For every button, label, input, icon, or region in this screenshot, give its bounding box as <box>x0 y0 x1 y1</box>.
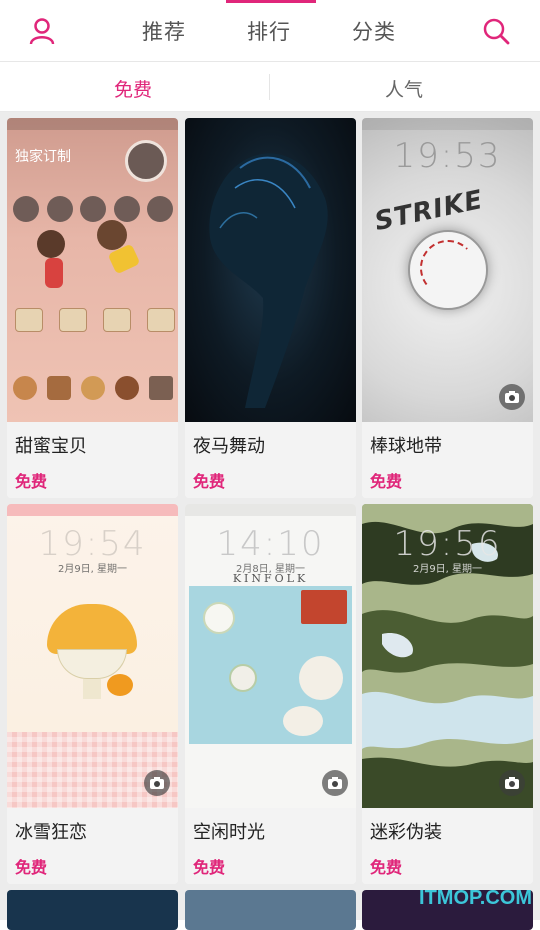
theme-info: 夜马舞动 免费 <box>185 422 356 498</box>
brand-text: KINFOLK <box>232 572 309 585</box>
theme-name: 冰雪狂恋 <box>15 822 87 843</box>
site-watermark: ITMOP.COM <box>419 887 532 909</box>
app-icon-row <box>15 308 175 332</box>
theme-thumbnail: 19:54 2月9日, 星期一 <box>7 504 178 808</box>
lock-time: 19:54 <box>38 524 147 564</box>
status-bar <box>7 118 178 130</box>
art-text: STRIKE <box>372 184 486 238</box>
tab-category[interactable]: 分类 <box>352 16 396 46</box>
theme-name: 空闲时光 <box>193 822 265 843</box>
theme-banner-text: 独家订制 <box>15 149 71 165</box>
tab-recommend[interactable]: 推荐 <box>142 16 186 46</box>
widget-circle <box>125 140 167 182</box>
tab-free[interactable]: 免费 <box>114 75 152 102</box>
lock-time: 19:56 <box>393 524 502 564</box>
theme-thumbnail: 14:10 2月8日, 星期一 KINFOLK <box>185 504 356 808</box>
tab-popular[interactable]: 人气 <box>385 75 423 102</box>
status-bar <box>362 118 533 130</box>
status-bar <box>185 504 356 516</box>
theme-info: 甜蜜宝贝 免费 <box>7 422 178 498</box>
search-icon[interactable] <box>477 12 515 50</box>
boy-illustration <box>97 220 127 250</box>
baseball-illustration <box>408 230 488 310</box>
theme-thumbnail <box>185 118 356 422</box>
lock-date: 2月9日, 星期一 <box>57 564 128 575</box>
girl-illustration <box>37 230 65 258</box>
theme-price: 免费 <box>193 858 226 877</box>
theme-name: 迷彩伪装 <box>370 822 442 843</box>
mango-dessert-illustration <box>47 604 137 654</box>
app-icon-row <box>13 196 173 222</box>
lock-date: 2月9日, 星期一 <box>412 564 483 575</box>
theme-info: 冰雪狂恋 免费 <box>7 808 178 884</box>
table-illustration <box>189 586 352 744</box>
camera-icon <box>499 384 525 410</box>
theme-card[interactable]: 14:10 2月8日, 星期一 KINFOLK 空闲时光 免费 <box>185 504 356 884</box>
theme-thumbnail: 独家订制 <box>7 118 178 422</box>
theme-price: 免费 <box>193 472 226 491</box>
theme-card[interactable] <box>7 890 178 930</box>
tab-divider <box>269 74 270 100</box>
theme-card[interactable]: 19:53 STRIKE 棒球地带 免费 <box>362 118 533 498</box>
theme-price: 免费 <box>15 472 48 491</box>
theme-thumbnail: 19:56 2月9日, 星期一 <box>362 504 533 808</box>
theme-price: 免费 <box>370 472 403 491</box>
camera-icon <box>499 770 525 796</box>
theme-price: 免费 <box>15 858 48 877</box>
dock-icons <box>13 376 173 400</box>
theme-name: 夜马舞动 <box>193 436 265 457</box>
camera-icon <box>322 770 348 796</box>
theme-info: 棒球地带 免费 <box>362 422 533 498</box>
active-tab-indicator <box>226 0 316 3</box>
theme-thumbnail: 19:53 STRIKE <box>362 118 533 422</box>
tab-ranking[interactable]: 排行 <box>247 16 291 46</box>
theme-card[interactable] <box>185 890 356 930</box>
theme-card[interactable]: 夜马舞动 免费 <box>185 118 356 498</box>
theme-grid: 独家订制 甜蜜宝贝 免费 夜马舞动 免费 19:53 STRIKE 棒球地带 免… <box>0 112 540 930</box>
horse-illustration <box>209 153 328 408</box>
theme-price: 免费 <box>370 858 403 877</box>
lock-time: 14:10 <box>216 524 325 564</box>
theme-name: 甜蜜宝贝 <box>15 436 87 457</box>
user-icon[interactable] <box>23 12 61 50</box>
theme-info: 迷彩伪装 免费 <box>362 808 533 884</box>
theme-card[interactable]: 19:56 2月9日, 星期一 迷彩伪装 免费 <box>362 504 533 884</box>
camera-icon <box>144 770 170 796</box>
status-bar <box>7 504 178 516</box>
filter-tabs: 免费 人气 <box>0 62 540 112</box>
theme-name: 棒球地带 <box>370 436 442 457</box>
theme-card[interactable]: 19:54 2月9日, 星期一 冰雪狂恋 免费 <box>7 504 178 884</box>
theme-card[interactable]: 独家订制 甜蜜宝贝 免费 <box>7 118 178 498</box>
theme-info: 空闲时光 免费 <box>185 808 356 884</box>
lock-time: 19:53 <box>393 136 502 176</box>
top-nav-bar: 推荐 排行 分类 <box>0 0 540 62</box>
